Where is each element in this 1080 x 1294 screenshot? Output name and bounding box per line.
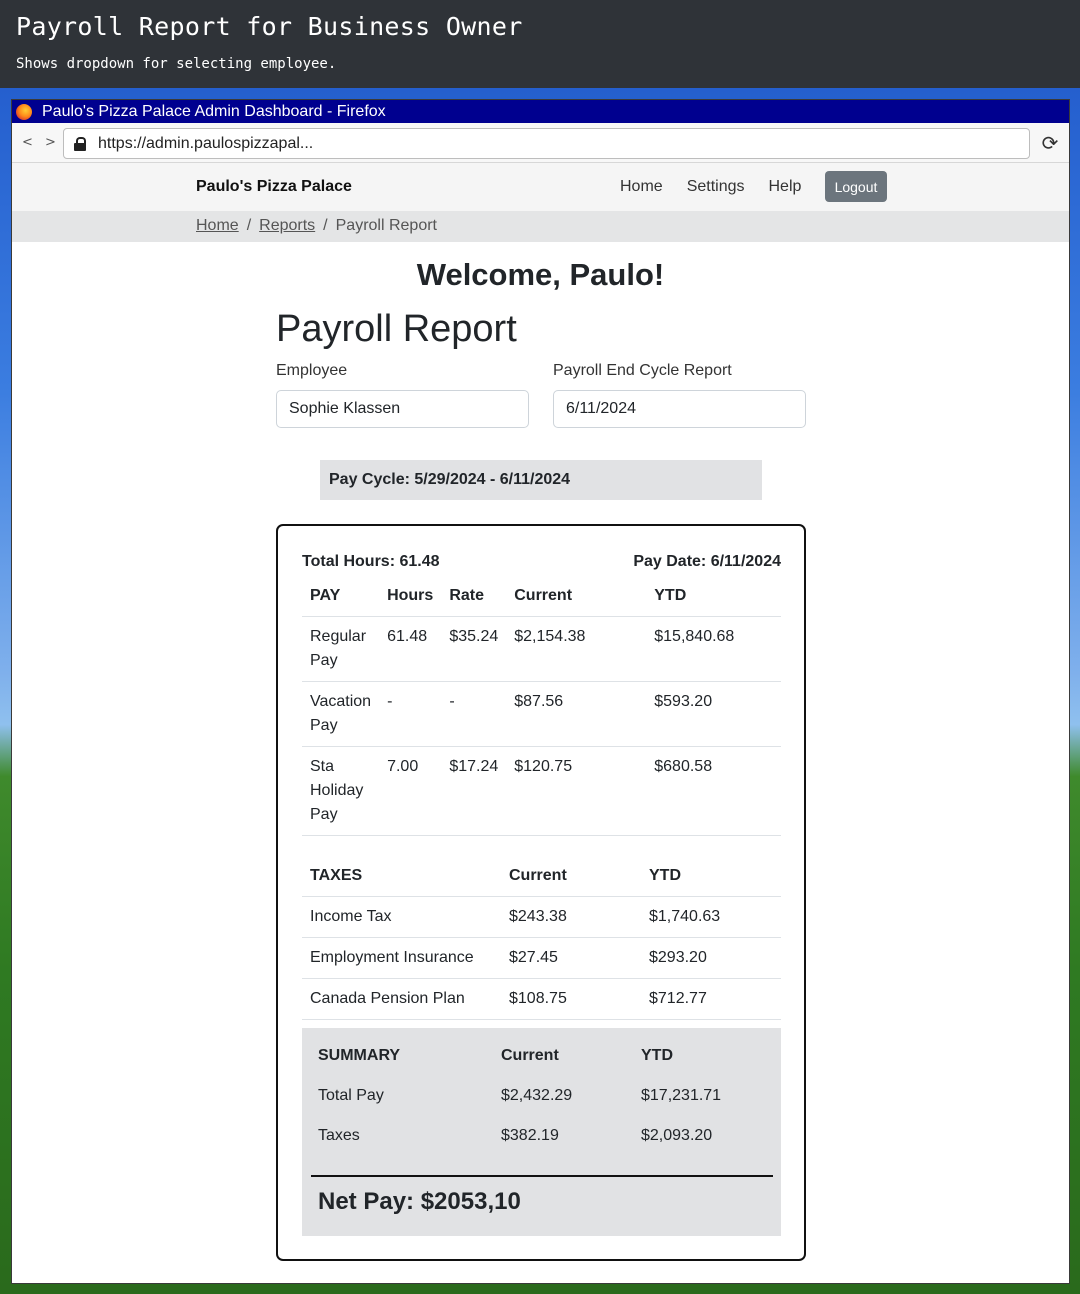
employee-select[interactable]: Sophie Klassen	[276, 390, 529, 428]
summary-table: SUMMARY Current YTD Total Pay $2,432.29 …	[310, 1036, 773, 1156]
address-toolbar: < > https://admin.paulospizzapal... ⟳	[12, 123, 1069, 163]
breadcrumb-home[interactable]: Home	[196, 217, 239, 235]
back-forward-arrows-icon[interactable]: < >	[22, 135, 60, 150]
current-header: Current	[506, 574, 647, 617]
table-header-row: TAXES Current YTD	[302, 856, 781, 897]
tax-type: Income Tax	[302, 896, 501, 938]
welcome-heading: Welcome, Paulo!	[416, 257, 665, 292]
tax-current: $108.75	[501, 978, 641, 1020]
tax-table: TAXES Current YTD Income Tax $243.38 $1,…	[302, 856, 781, 1020]
pay-ytd: $680.58	[646, 746, 781, 836]
pay-rate: -	[441, 681, 507, 747]
tax-type: Employment Insurance	[302, 937, 501, 979]
summary-divider	[311, 1175, 773, 1177]
browser-window: Paulo's Pizza Palace Admin Dashboard - F…	[11, 99, 1070, 1284]
employee-label: Employee	[276, 362, 348, 379]
caption-subtitle: Shows dropdown for selecting employee.	[16, 56, 337, 72]
table-header-row: PAY Hours Rate Current YTD	[302, 574, 781, 617]
ytd-header: YTD	[646, 574, 781, 617]
current-header: Current	[501, 1047, 559, 1064]
reload-icon[interactable]: ⟳	[1039, 132, 1061, 154]
table-row: Vacation Pay - - $87.56 $593.20	[302, 681, 781, 747]
pay-type: Regular Pay	[302, 616, 380, 682]
end-cycle-date-input[interactable]: 6/11/2024	[553, 390, 806, 428]
table-row: Regular Pay 61.48 $35.24 $2,154.38 $15,8…	[302, 616, 781, 682]
pay-ytd: $15,840.68	[646, 616, 781, 682]
nav-links: Home Settings Help	[620, 178, 801, 196]
pay-type: Vacation Pay	[302, 681, 380, 747]
breadcrumb-reports[interactable]: Reports	[259, 217, 315, 235]
pay-hours: 7.00	[379, 746, 442, 836]
tax-ytd: $712.77	[641, 978, 781, 1020]
ytd-header: YTD	[641, 856, 781, 897]
summary-panel: SUMMARY Current YTD Total Pay $2,432.29 …	[302, 1028, 781, 1236]
firefox-icon	[16, 103, 32, 120]
summary-header: SUMMARY	[318, 1047, 401, 1064]
summary-current: $2,432.29	[501, 1087, 573, 1104]
logout-button[interactable]: Logout	[825, 171, 887, 202]
ytd-header: YTD	[641, 1047, 673, 1064]
tax-ytd: $1,740.63	[641, 896, 781, 938]
table-row: Sta Holiday Pay 7.00 $17.24 $120.75 $680…	[302, 746, 781, 836]
summary-ytd: $2,093.20	[641, 1127, 713, 1144]
current-header: Current	[501, 856, 641, 897]
pay-hours: 61.48	[379, 616, 442, 682]
breadcrumb-separator: /	[246, 217, 252, 234]
window-titlebar: Paulo's Pizza Palace Admin Dashboard - F…	[12, 100, 1069, 123]
table-row: Income Tax $243.38 $1,740.63	[302, 896, 781, 938]
nav-link-settings[interactable]: Settings	[687, 178, 745, 196]
table-row: Total Pay $2,432.29 $17,231.71	[310, 1076, 773, 1116]
payroll-card: Total Hours: 61.48 Pay Date: 6/11/2024 P…	[276, 524, 806, 1261]
url-text: https://admin.paulospizzapal...	[98, 134, 314, 152]
tax-ytd: $293.20	[641, 937, 781, 979]
window-title: Paulo's Pizza Palace Admin Dashboard - F…	[42, 102, 386, 120]
pay-type: Sta Holiday Pay	[302, 746, 380, 836]
net-pay: Net Pay: $2053,10	[318, 1188, 521, 1215]
caption-title: Payroll Report for Business Owner	[16, 12, 523, 41]
pay-current: $87.56	[506, 681, 647, 747]
taxes-header: TAXES	[302, 856, 501, 897]
pay-rate: $35.24	[441, 616, 507, 682]
url-bar[interactable]: https://admin.paulospizzapal...	[63, 128, 1030, 159]
pay-ytd: $593.20	[646, 681, 781, 747]
site-navbar: Paulo's Pizza Palace Home Settings Help …	[12, 163, 1069, 211]
pay-current: $120.75	[506, 746, 647, 836]
table-row: Canada Pension Plan $108.75 $712.77	[302, 978, 781, 1020]
pay-table: PAY Hours Rate Current YTD Regular Pay 6…	[302, 574, 781, 836]
tax-type: Canada Pension Plan	[302, 978, 501, 1020]
rate-header: Rate	[441, 574, 507, 617]
hours-header: Hours	[379, 574, 442, 617]
table-header-row: SUMMARY Current YTD	[310, 1036, 773, 1076]
summary-current: $382.19	[501, 1127, 559, 1144]
total-hours: Total Hours: 61.48	[302, 553, 440, 570]
summary-type: Taxes	[318, 1127, 360, 1144]
table-row: Employment Insurance $27.45 $293.20	[302, 937, 781, 979]
tax-current: $243.38	[501, 896, 641, 938]
nav-link-help[interactable]: Help	[769, 178, 802, 196]
breadcrumb-current: Payroll Report	[335, 217, 437, 234]
page-title: Payroll Report	[276, 308, 517, 350]
tax-current: $27.45	[501, 937, 641, 979]
pay-cycle-banner: Pay Cycle: 5/29/2024 - 6/11/2024	[320, 460, 762, 500]
nav-link-home[interactable]: Home	[620, 178, 663, 196]
summary-type: Total Pay	[318, 1087, 384, 1104]
pay-date: Pay Date: 6/11/2024	[633, 553, 781, 570]
pay-hours: -	[379, 681, 442, 747]
pay-header: PAY	[302, 574, 380, 617]
caption-banner: Payroll Report for Business Owner Shows …	[0, 0, 1080, 88]
pay-rate: $17.24	[441, 746, 507, 836]
lock-icon	[74, 136, 86, 151]
pay-current: $2,154.38	[506, 616, 647, 682]
table-row: Taxes $382.19 $2,093.20	[310, 1116, 773, 1156]
brand-name[interactable]: Paulo's Pizza Palace	[196, 178, 352, 196]
end-cycle-label: Payroll End Cycle Report	[553, 362, 732, 379]
summary-ytd: $17,231.71	[641, 1087, 722, 1104]
breadcrumb-separator: /	[323, 217, 328, 234]
breadcrumb: Home / Reports / Payroll Report	[12, 211, 1069, 242]
